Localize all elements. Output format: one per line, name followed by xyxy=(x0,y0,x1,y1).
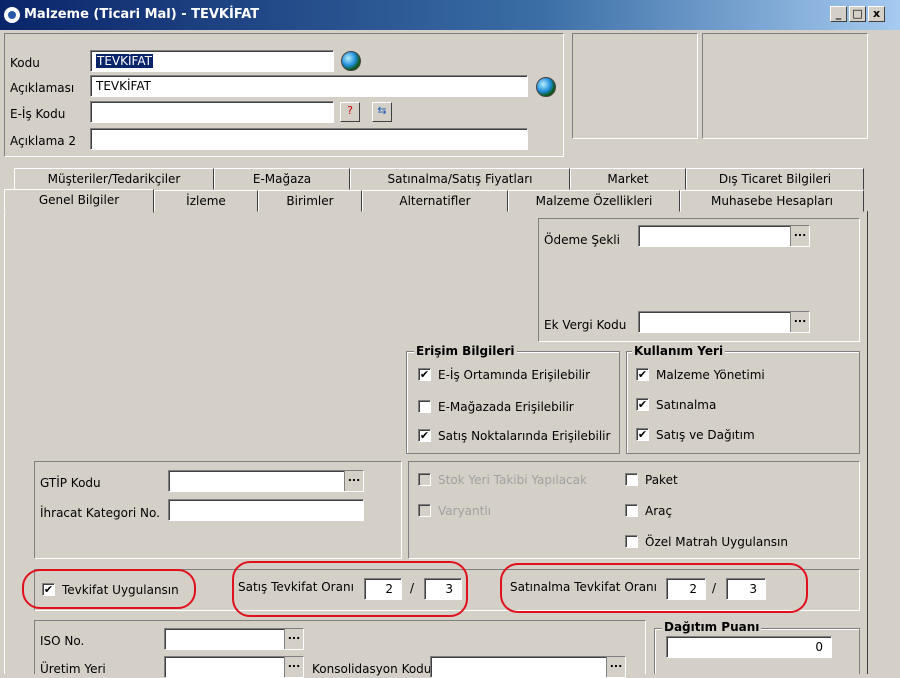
globe-icon[interactable] xyxy=(536,77,556,97)
kullanim-satis-label: Satış ve Dağıtım xyxy=(656,428,755,442)
ozel-matrah-checkbox[interactable] xyxy=(625,535,638,548)
tab-fiyatlar[interactable]: Satınalma/Satış Fiyatları xyxy=(350,168,570,190)
kullanim-satinalma-label: Satınalma xyxy=(656,398,717,412)
arac-checkbox[interactable] xyxy=(625,504,638,517)
erisim-title: Erişim Bilgileri xyxy=(414,344,517,358)
dagitim-input[interactable]: 0 xyxy=(666,636,832,658)
tab-musteriler[interactable]: Müşteriler/Tedarikçiler xyxy=(14,168,214,190)
aciklama2-input[interactable] xyxy=(90,128,528,150)
kullanim-malzeme-label: Malzeme Yönetimi xyxy=(656,368,765,382)
satis-oran-label: Satış Tevkifat Oranı xyxy=(238,580,354,594)
erisim-emagaza-label: E-Mağazada Erişilebilir xyxy=(438,400,574,414)
tab-birimler[interactable]: Birimler xyxy=(258,190,362,212)
kullanim-title: Kullanım Yeri xyxy=(632,344,726,358)
dagitim-title: Dağıtım Puanı xyxy=(662,620,762,634)
satis-oran-denominator[interactable]: 3 xyxy=(424,578,462,600)
aciklamasi-input[interactable]: TEVKİFAT xyxy=(90,75,528,97)
odeme-label: Ödeme Şekli xyxy=(544,233,620,247)
erisim-eis-checkbox[interactable]: ✔ xyxy=(418,368,431,381)
kodu-label: Kodu xyxy=(10,56,40,70)
stok-label: Stok Yeri Takibi Yapılacak xyxy=(438,473,587,487)
satis-oran-numerator[interactable]: 2 xyxy=(364,578,402,600)
aciklamasi-label: Açıklaması xyxy=(10,81,75,95)
varyant-label: Varyantlı xyxy=(438,504,491,518)
ekvergi-input[interactable]: ... xyxy=(638,311,810,333)
iso-label: ISO No. xyxy=(40,634,85,648)
tab-alternatifler[interactable]: Alternatifler xyxy=(362,190,508,212)
minimize-button[interactable]: _ xyxy=(830,6,847,22)
paket-checkbox[interactable] xyxy=(625,473,638,486)
ekvergi-label: Ek Vergi Kodu xyxy=(544,318,627,332)
satinalma-oran-label: Satınalma Tevkifat Oranı xyxy=(510,580,657,594)
tab-muhasebe[interactable]: Muhasebe Hesapları xyxy=(680,190,864,212)
close-button[interactable]: x xyxy=(868,6,885,22)
browse-icon[interactable]: ⇆ xyxy=(372,102,392,122)
erisim-satis-label: Satış Noktalarında Erişilebilir xyxy=(438,429,611,443)
ihracat-label: İhracat Kategori No. xyxy=(40,506,160,520)
kullanim-satis-checkbox[interactable]: ✔ xyxy=(636,428,649,441)
erisim-eis-label: E-İş Ortamında Erişilebilir xyxy=(438,368,591,382)
erisim-emagaza-checkbox[interactable] xyxy=(418,400,431,413)
globe-icon[interactable] xyxy=(341,51,361,71)
eis-label: E-İş Kodu xyxy=(10,107,66,121)
tab-malzeme-ozellikleri[interactable]: Malzeme Özellikleri xyxy=(508,190,680,212)
tevkifat-uygula-label: Tevkifat Uygulansın xyxy=(62,583,179,597)
gtip-label: GTİP Kodu xyxy=(40,476,101,490)
gtip-lookup-button[interactable]: ... xyxy=(344,471,363,491)
eis-input[interactable] xyxy=(90,101,334,123)
lookup-icon[interactable]: ? xyxy=(340,102,360,122)
satinalma-oran-denominator[interactable]: 3 xyxy=(726,578,766,600)
konsol-lookup-button[interactable]: ... xyxy=(606,657,625,677)
satinalma-oran-slash: / xyxy=(712,581,717,595)
aciklama2-label: Açıklama 2 xyxy=(10,134,77,148)
satis-oran-slash: / xyxy=(410,581,415,595)
tab-dis-ticaret[interactable]: Dış Ticaret Bilgileri xyxy=(686,168,864,190)
ihracat-input[interactable] xyxy=(168,499,364,521)
paket-label: Paket xyxy=(645,473,678,487)
window-title: Malzeme (Ticari Mal) - TEVKİFAT xyxy=(24,7,260,22)
konsol-input[interactable]: ... xyxy=(430,656,626,678)
tab-genel-bilgiler[interactable]: Genel Bilgiler xyxy=(4,189,154,213)
odeme-lookup-button[interactable]: ... xyxy=(790,226,809,246)
tab-market[interactable]: Market xyxy=(570,168,686,190)
maximize-button[interactable]: □ xyxy=(849,6,866,22)
iso-lookup-button[interactable]: ... xyxy=(284,629,303,649)
varyant-checkbox[interactable] xyxy=(418,504,431,517)
kullanim-malzeme-checkbox[interactable]: ✔ xyxy=(636,368,649,381)
gtip-input[interactable]: ... xyxy=(168,470,364,492)
uretim-input[interactable]: ... xyxy=(164,656,304,678)
arac-label: Araç xyxy=(645,504,673,518)
image-box-1 xyxy=(572,33,698,139)
erisim-satis-checkbox[interactable]: ✔ xyxy=(418,429,431,442)
uretim-lookup-button[interactable]: ... xyxy=(284,657,303,677)
ekvergi-lookup-button[interactable]: ... xyxy=(790,312,809,332)
image-box-2 xyxy=(702,33,868,139)
satinalma-oran-numerator[interactable]: 2 xyxy=(666,578,706,600)
stok-checkbox[interactable] xyxy=(418,473,431,486)
ozel-matrah-label: Özel Matrah Uygulansın xyxy=(645,535,788,549)
tevkifat-uygula-checkbox[interactable]: ✔ xyxy=(42,583,55,596)
odeme-input[interactable]: ... xyxy=(638,225,810,247)
iso-input[interactable]: ... xyxy=(164,628,304,650)
kodu-input[interactable]: TEVKİFAT xyxy=(90,50,334,72)
tab-izleme[interactable]: İzleme xyxy=(154,190,258,212)
title-bar: Malzeme (Ticari Mal) - TEVKİFAT xyxy=(0,0,900,30)
kullanim-satinalma-checkbox[interactable]: ✔ xyxy=(636,398,649,411)
tab-emagaza[interactable]: E-Mağaza xyxy=(214,168,350,190)
app-icon xyxy=(4,7,20,23)
